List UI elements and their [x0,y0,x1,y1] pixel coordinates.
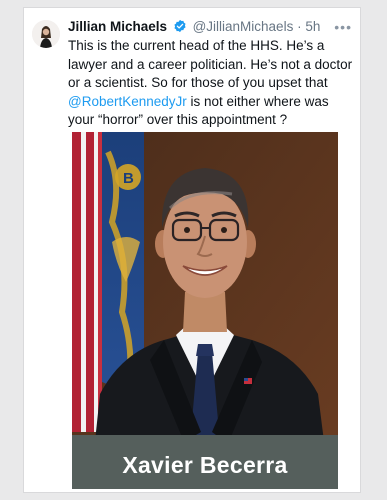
tweet-card[interactable]: Jillian Michaels @JillianMichaels · 5h •… [24,8,360,492]
tweet-text: This is the current head of the HHS. He’… [68,37,356,130]
separator-dot: · [297,19,302,34]
tweet-text-line: This is the current head of the HHS. He’… [68,38,325,53]
tweet-timestamp[interactable]: 5h [305,19,320,34]
verified-badge-icon [173,19,187,33]
tweet-header: Jillian Michaels @JillianMichaels · 5h •… [68,18,358,36]
author-handle[interactable]: @JillianMichaels [193,19,294,34]
author-name[interactable]: Jillian Michaels [68,19,167,34]
tweet-image[interactable]: B Xavier Becerra [72,132,338,489]
mention-link[interactable]: @RobertKennedyJr [68,94,187,109]
tweet-text-line: or a scientist. So for those of you upse… [68,75,328,90]
author-avatar[interactable] [32,20,60,48]
image-caption: Xavier Becerra [122,452,288,478]
tweet-text-line: your “horror” over this appointment ? [68,112,288,127]
more-horizontal-icon[interactable]: ••• [334,18,352,36]
tweet-text-line: lawyer and a career politician. He’s not… [68,56,353,72]
flag-seal-letter: B [123,170,134,187]
tweet-text-fragment: is not either where was [186,93,329,109]
tweet-text-line: @RobertKennedyJr is not either where was [68,93,356,112]
